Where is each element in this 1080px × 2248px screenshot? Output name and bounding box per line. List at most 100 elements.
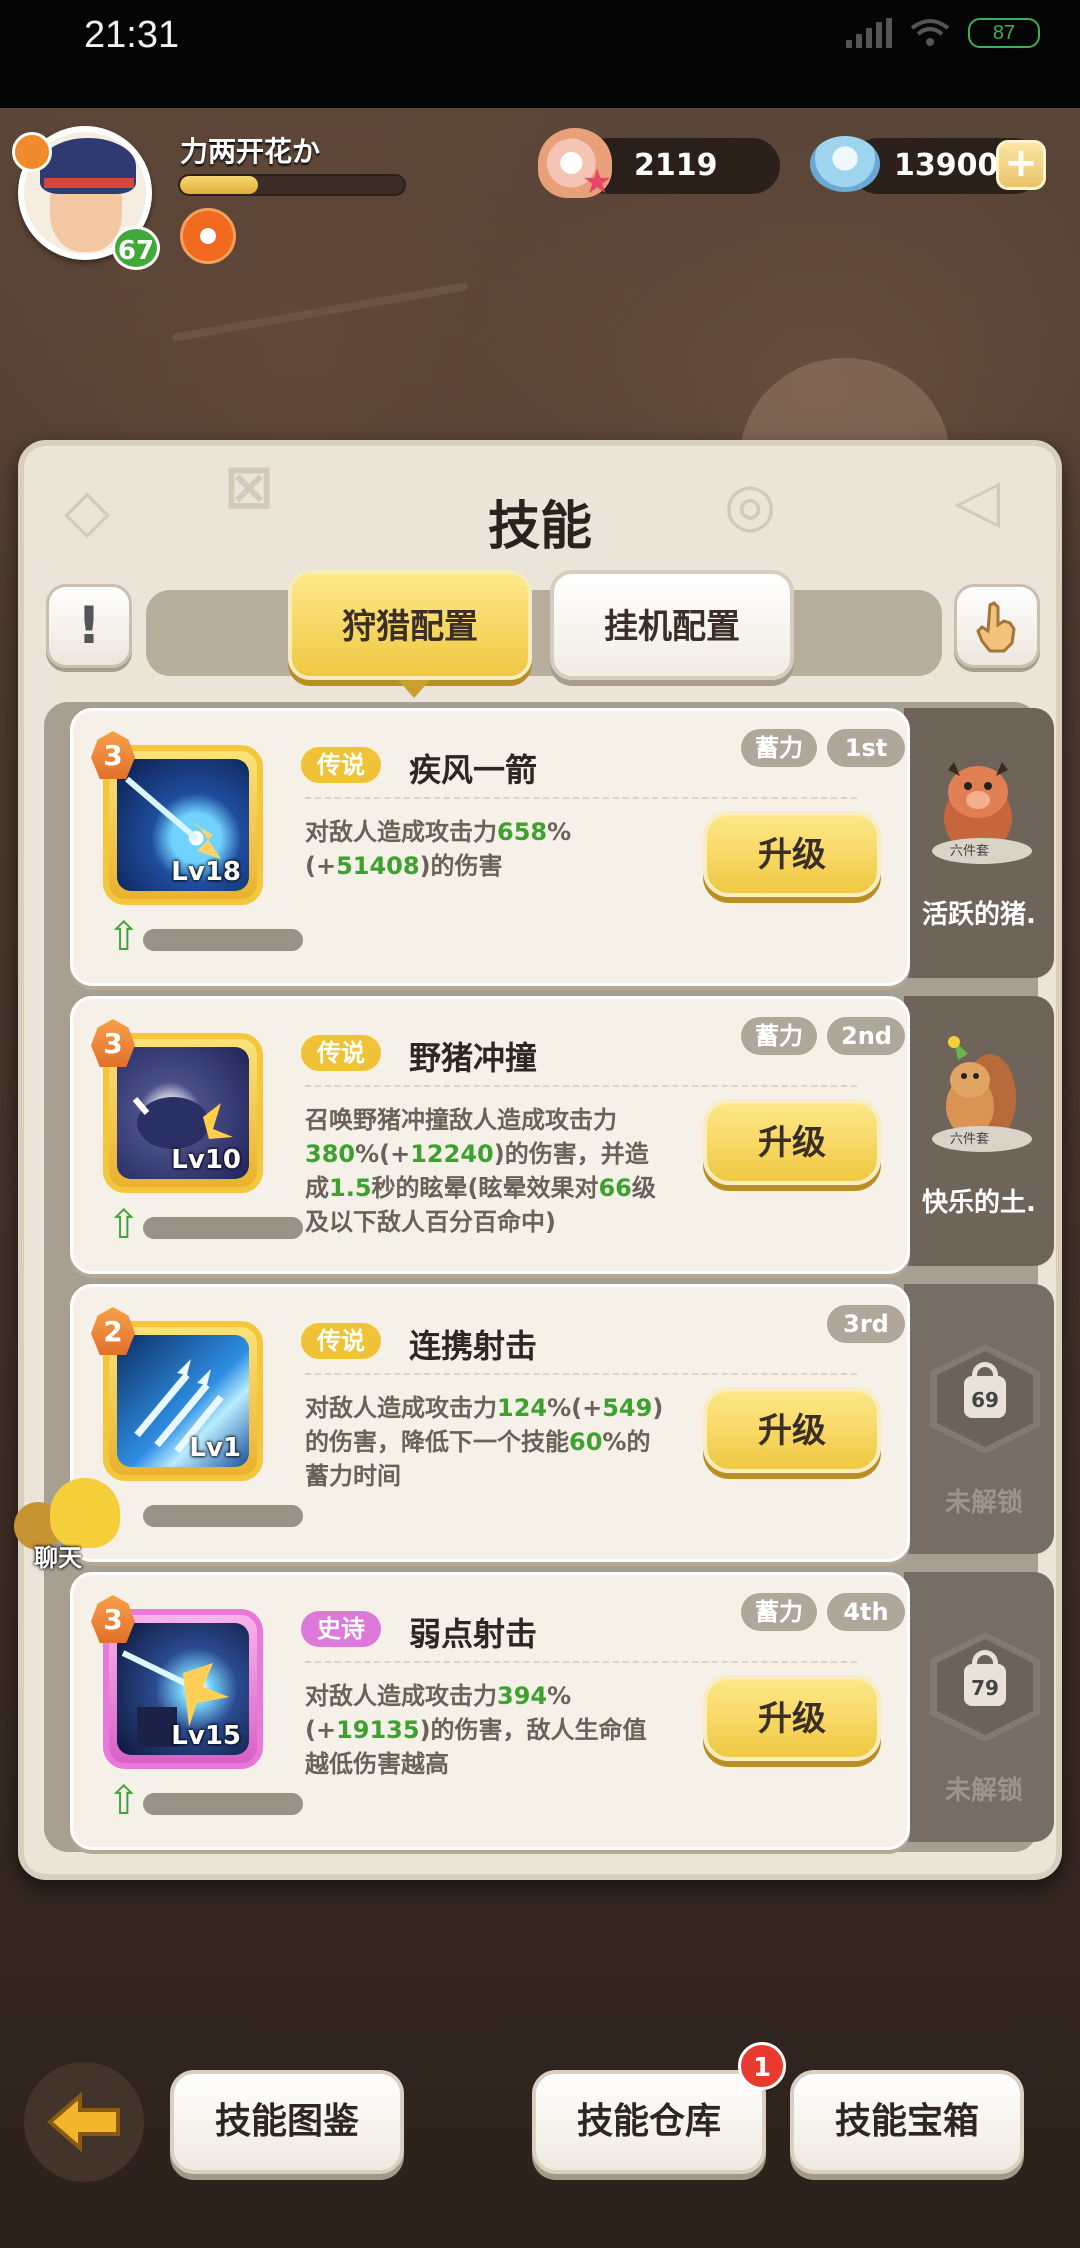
skill-level: Lv15 — [171, 1721, 241, 1751]
upgrade-button[interactable]: 升级 — [703, 1099, 881, 1185]
notification-badge: 1 — [738, 2042, 786, 2090]
skill-chest-button[interactable]: 技能宝箱 — [790, 2070, 1024, 2174]
desc-text: 秒的眩晕(眩晕效果对 — [371, 1174, 599, 1202]
up-arrow-icon: ⇧ — [107, 1202, 141, 1248]
pet-name: 活跃的猪. — [922, 900, 1036, 930]
player-exp-bar — [178, 174, 406, 196]
rarity-badge: 传说 — [301, 747, 381, 783]
order-tag: 1st — [827, 729, 905, 767]
desc-value: 124 — [497, 1394, 548, 1422]
panel-title: 技能 — [487, 497, 592, 557]
up-arrow-icon: ⇧ — [107, 914, 141, 960]
lock-icon: 69 — [964, 1376, 1006, 1418]
skill-star-badge: 3 — [91, 731, 135, 779]
skill-exp-bar — [143, 1217, 303, 1239]
pet-set-label: 六件套 — [950, 1132, 990, 1147]
chat-label: 聊天 — [34, 1544, 82, 1572]
divider — [305, 1085, 857, 1087]
tab-track — [146, 590, 942, 676]
locked-label: 未解锁 — [944, 1776, 1023, 1806]
skill-description: 对敌人造成攻击力394%(+19135)的伤害，敌人生命值越低伤害越高 — [305, 1679, 667, 1781]
desc-value: 658 — [497, 818, 548, 846]
skill-codex-button[interactable]: 技能图鉴 — [170, 2070, 404, 2174]
skill-side-pet[interactable]: 六件套 快乐的土. — [904, 996, 1054, 1266]
desc-value: 12240 — [410, 1140, 494, 1168]
skill-star-badge: 3 — [91, 1595, 135, 1643]
skill-exp-bar — [143, 929, 303, 951]
skill-card[interactable]: Lv10 3 ⇧ 传说 野猪冲撞 蓄力 2nd 召唤野猪冲撞敌人造成攻击力 380… — [70, 996, 910, 1274]
pet-name: 快乐的土. — [922, 1188, 1036, 1218]
skill-star-badge: 3 — [91, 1019, 135, 1067]
skill-list: 六件套 活跃的猪. Lv18 3 ⇧ 传说 疾风一箭 蓄力 1st 对敌人造成攻… — [44, 702, 1054, 1852]
skill-description: 对敌人造成攻击力124%(+549)的伤害，降低下一个技能60%的蓄力时间 — [305, 1391, 667, 1493]
combo-shot-icon: Lv1 — [117, 1335, 249, 1467]
upgrade-button[interactable]: 升级 — [703, 1675, 881, 1761]
desc-text: )的伤害 — [419, 852, 503, 880]
desc-text: 对敌人造成攻击力 — [305, 1682, 497, 1710]
skill-side-locked: 79 未解锁 — [904, 1572, 1054, 1842]
pearl-count: 2119 — [634, 148, 718, 183]
starfish-icon: ★ — [582, 162, 613, 202]
skill-card[interactable]: Lv15 3 ⇧ 史诗 弱点射击 蓄力 4th 对敌人造成攻击力394%(+19… — [70, 1572, 910, 1850]
guild-icon[interactable] — [180, 208, 236, 264]
skill-storage-button[interactable]: 技能仓库 — [532, 2070, 766, 2174]
boar-charge-icon: Lv10 — [117, 1047, 249, 1179]
charge-tag: 蓄力 — [741, 729, 817, 767]
skill-name: 野猪冲撞 — [409, 1039, 538, 1077]
charge-tag: 蓄力 — [741, 1017, 817, 1055]
desc-value: 549 — [602, 1394, 653, 1422]
desc-value: 66 — [598, 1174, 632, 1202]
lock-icon: 79 — [964, 1664, 1006, 1706]
skill-side-pet[interactable]: 六件套 活跃的猪. — [904, 708, 1054, 978]
skill-side-locked: 69 未解锁 — [904, 1284, 1054, 1554]
divider — [305, 1661, 857, 1663]
charge-tag: 蓄力 — [741, 1593, 817, 1631]
avatar-headband — [44, 178, 134, 188]
divider — [305, 1373, 857, 1375]
player-level-badge: 67 — [112, 226, 160, 270]
skill-name: 弱点射击 — [409, 1615, 538, 1653]
desc-value: 1.5 — [329, 1174, 372, 1202]
desc-value: 60 — [569, 1428, 603, 1456]
skills-panel: ◇ ⊠ ◎ ◁ 技能 ! 狩猎配置 挂机配置 六件套 活跃的猪. Lv18 3 … — [18, 440, 1062, 1880]
skill-exp-bar — [143, 1505, 303, 1527]
skill-description: 召唤野猪冲撞敌人造成攻击力380%(+12240)的伤害，并造成1.5秒的眩晕(… — [305, 1103, 667, 1239]
skill-exp-bar — [143, 1793, 303, 1815]
status-time: 21:31 — [84, 14, 180, 56]
rarity-badge: 传说 — [301, 1323, 381, 1359]
hand-pointer-button[interactable] — [954, 584, 1040, 668]
order-tag: 4th — [827, 1593, 905, 1631]
tab-idle-config[interactable]: 挂机配置 — [550, 570, 794, 680]
skill-card[interactable]: Lv18 3 ⇧ 传说 疾风一箭 蓄力 1st 对敌人造成攻击力658%(+51… — [70, 708, 910, 986]
skill-level: Lv10 — [171, 1145, 241, 1175]
desc-text: 召唤野猪冲撞敌人造成攻击力 — [305, 1106, 617, 1134]
skill-card[interactable]: Lv1 2 传说 连携射击 3rd 对敌人造成攻击力124%(+549)的伤害，… — [70, 1284, 910, 1562]
arrow-left-icon — [46, 2091, 120, 2153]
wifi-icon — [910, 19, 950, 46]
chat-button[interactable]: 聊天 — [14, 1478, 124, 1572]
skill-name: 疾风一箭 — [409, 751, 538, 789]
add-gems-button[interactable]: + — [996, 140, 1046, 190]
info-button[interactable]: ! — [46, 584, 132, 668]
pet-set-label: 六件套 — [950, 844, 990, 859]
desc-text: 对敌人造成攻击力 — [305, 818, 497, 846]
upgrade-button[interactable]: 升级 — [703, 1387, 881, 1473]
desc-value: 394 — [497, 1682, 548, 1710]
upgrade-button[interactable]: 升级 — [703, 811, 881, 897]
skill-level: Lv1 — [189, 1433, 241, 1463]
desc-text: %(+ — [355, 1140, 411, 1168]
player-name: 力两开花か — [180, 135, 321, 168]
skill-level: Lv18 — [171, 857, 241, 887]
tab-hunt-config[interactable]: 狩猎配置 — [288, 570, 532, 698]
rarity-badge: 史诗 — [301, 1611, 381, 1647]
desc-text: %(+ — [547, 1394, 603, 1422]
weak-point-shot-icon: Lv15 — [117, 1623, 249, 1755]
skill-name: 连携射击 — [409, 1327, 538, 1365]
signal-icon — [846, 18, 892, 48]
player-exp-fill — [180, 176, 259, 194]
back-button[interactable] — [24, 2062, 144, 2182]
desc-value: 51408 — [336, 852, 420, 880]
desc-value: 380 — [305, 1140, 356, 1168]
gem-icon — [810, 136, 880, 192]
status-bar: 21:31 87 — [0, 0, 1080, 108]
